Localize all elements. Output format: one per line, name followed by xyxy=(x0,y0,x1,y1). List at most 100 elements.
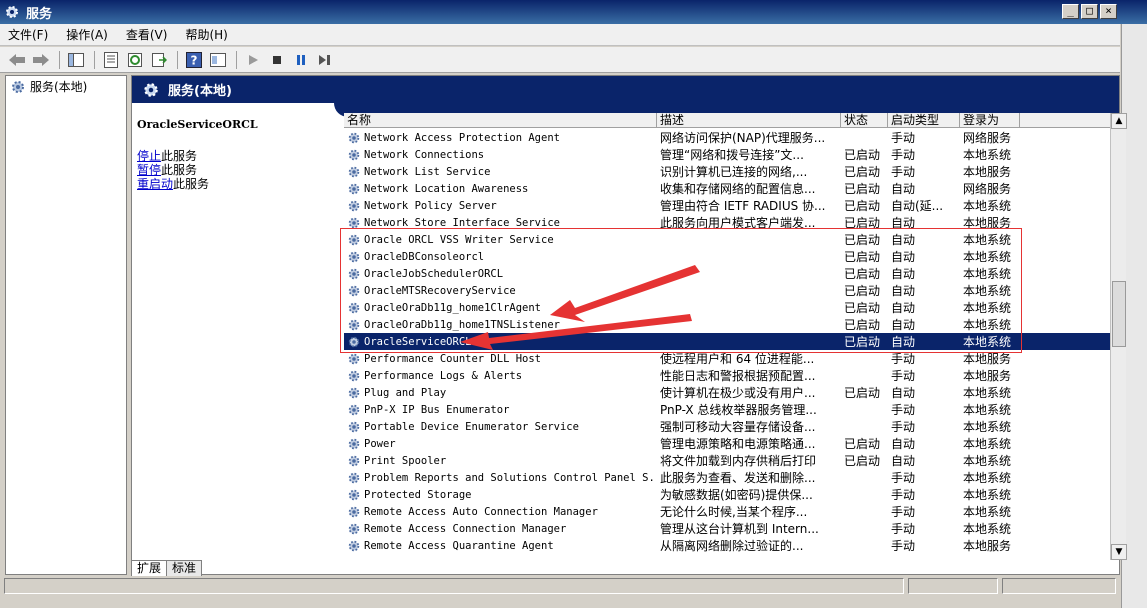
table-row[interactable]: Problem Reports and Solutions Control Pa… xyxy=(344,469,1110,486)
service-name-cell: Print Spooler xyxy=(344,454,657,468)
pause-service-link[interactable]: 暂停 xyxy=(137,163,161,177)
gear-icon xyxy=(348,421,360,432)
table-row[interactable]: OracleDBConsoleorcl 已启动 自动 本地系统 xyxy=(344,248,1110,265)
stop-service-link[interactable]: 停止 xyxy=(137,149,161,163)
menu-help[interactable]: 帮助(H) xyxy=(185,26,227,43)
column-header-startup-type[interactable]: 启动类型 xyxy=(888,113,960,127)
back-button[interactable] xyxy=(6,50,28,70)
service-name: Remote Access Quarantine Agent xyxy=(364,539,554,552)
table-row[interactable]: OracleOraDb11g_home1TNSListener 已启动 自动 本地系统 xyxy=(344,316,1110,333)
service-startup-cell: 手动 xyxy=(891,471,916,485)
table-row[interactable]: Print Spooler 将文件加载到内存供稍后打印 已启动 自动 本地系统 xyxy=(344,452,1110,469)
tab-standard[interactable]: 标准 xyxy=(166,560,203,576)
service-status-cell: 已启动 xyxy=(844,250,881,264)
table-row[interactable]: Remote Access Connection Manager 管理从这台计算机… xyxy=(344,520,1110,537)
table-row[interactable]: Portable Device Enumerator Service 强制可移动大… xyxy=(344,418,1110,435)
table-row[interactable]: PnP-X IP Bus Enumerator PnP-X 总线枚举器服务管理..… xyxy=(344,401,1110,418)
restart-service-button[interactable] xyxy=(314,50,336,70)
properties-button[interactable] xyxy=(100,50,122,70)
service-name-cell: Network Policy Server xyxy=(344,199,657,213)
console-tree-icon xyxy=(68,52,84,67)
tree-item-services-local[interactable]: 服务(本地) xyxy=(6,76,126,97)
console-tree-button[interactable] xyxy=(65,50,87,70)
service-name-cell: Network Location Awareness xyxy=(344,182,657,196)
gear-icon xyxy=(348,319,360,330)
service-logon-cell: 网络服务 xyxy=(963,131,1012,145)
table-row[interactable]: Remote Access Auto Connection Manager 无论什… xyxy=(344,503,1110,520)
service-logon-cell: 本地系统 xyxy=(963,403,1012,417)
table-row[interactable]: Performance Counter DLL Host 使远程用户和 64 位进… xyxy=(344,350,1110,367)
table-row[interactable]: Protected Storage 为敏感数据(如密码)提供保... 手动 本地系统 xyxy=(344,486,1110,503)
column-headers: 名称 描述 状态 启动类型 登录为 xyxy=(344,113,1119,128)
action-suffix: 此服务 xyxy=(173,177,210,191)
menu-view[interactable]: 查看(V) xyxy=(126,26,168,43)
pause-icon xyxy=(297,54,305,65)
pause-service-button[interactable] xyxy=(290,50,312,70)
table-row[interactable]: Network Location Awareness 收集和存储网络的配置信息..… xyxy=(344,180,1110,197)
header-spacer xyxy=(132,103,334,117)
scroll-thumb[interactable] xyxy=(1112,281,1126,347)
table-row[interactable]: Network Access Protection Agent 网络访问保护(NA… xyxy=(344,129,1110,146)
service-name: Network Connections xyxy=(364,148,485,161)
service-startup-cell: 自动 xyxy=(891,454,916,468)
service-startup-cell: 手动 xyxy=(891,403,916,417)
service-name: Protected Storage xyxy=(364,488,472,501)
restart-service-link[interactable]: 重启动 xyxy=(137,177,173,191)
help-button[interactable]: ? xyxy=(183,50,205,70)
service-status-cell: 已启动 xyxy=(844,301,881,315)
service-name-cell: OracleOraDb11g_home1TNSListener xyxy=(344,318,657,332)
gear-icon xyxy=(348,268,360,279)
service-description-cell: 此服务向用户模式客户端发... xyxy=(660,216,816,230)
gear-icon xyxy=(348,183,360,194)
scroll-down-button[interactable]: ▼ xyxy=(1111,544,1127,560)
start-service-button[interactable] xyxy=(242,50,264,70)
window-title: 服务 xyxy=(26,6,53,22)
column-header-logon[interactable]: 登录为 xyxy=(960,113,1020,127)
services-list: 名称 描述 状态 启动类型 登录为 Network Access Protect… xyxy=(344,113,1127,560)
forward-button[interactable] xyxy=(30,50,52,70)
stop-icon xyxy=(273,55,281,64)
service-startup-cell: 手动 xyxy=(891,148,916,162)
maximize-button[interactable]: □ xyxy=(1081,4,1098,19)
column-header-name[interactable]: 名称 xyxy=(344,113,657,127)
table-row[interactable]: Network Store Interface Service 此服务向用户模式客… xyxy=(344,214,1110,231)
restart-icon xyxy=(319,54,330,65)
table-row[interactable]: Network List Service 识别计算机已连接的网络,... 已启动 手动… xyxy=(344,163,1110,180)
column-header-status[interactable]: 状态 xyxy=(841,113,888,127)
selected-service-name: OracleServiceORCL xyxy=(137,118,258,131)
table-row[interactable]: Plug and Play 使计算机在极少或没有用户... 已启动 自动 本地系统 xyxy=(344,384,1110,401)
export-list-button[interactable] xyxy=(148,50,170,70)
gear-icon xyxy=(348,149,360,160)
table-row[interactable]: OracleServiceORCL 已启动 自动 本地系统 xyxy=(344,333,1110,350)
stop-service-action: 停止此服务 xyxy=(137,149,335,163)
stop-service-button[interactable] xyxy=(266,50,288,70)
menu-file[interactable]: 文件(F) xyxy=(8,26,48,43)
table-row[interactable]: OracleJobSchedulerORCL 已启动 自动 本地系统 xyxy=(344,265,1110,282)
service-name: OracleServiceORCL xyxy=(364,335,472,348)
refresh-button[interactable] xyxy=(124,50,146,70)
service-logon-cell: 本地系统 xyxy=(963,233,1012,247)
table-row[interactable]: Network Policy Server 管理由符合 IETF RADIUS 协… xyxy=(344,197,1110,214)
menu-action[interactable]: 操作(A) xyxy=(66,26,108,43)
table-row[interactable]: Performance Logs & Alerts 性能日志和警报根据预配置...… xyxy=(344,367,1110,384)
status-bar xyxy=(0,578,1120,596)
service-startup-cell: 自动 xyxy=(891,318,916,332)
table-row[interactable]: OracleMTSRecoveryService 已启动 自动 本地系统 xyxy=(344,282,1110,299)
service-name-cell: Performance Counter DLL Host xyxy=(344,352,657,366)
column-header-description[interactable]: 描述 xyxy=(657,113,841,127)
table-row[interactable]: Remote Access Quarantine Agent 从隔离网络删除过验证… xyxy=(344,537,1110,554)
service-description-cell: 无论什么时候,当某个程序... xyxy=(660,505,808,519)
gear-icon xyxy=(348,506,360,517)
table-row[interactable]: OracleOraDb11g_home1ClrAgent 已启动 自动 本地系统 xyxy=(344,299,1110,316)
view-button[interactable] xyxy=(207,50,229,70)
table-row[interactable]: Oracle ORCL VSS Writer Service 已启动 自动 本地系统 xyxy=(344,231,1110,248)
minimize-button[interactable]: _ xyxy=(1062,4,1079,19)
table-row[interactable]: Network Connections 管理“网络和拨号连接”文... 已启动 手动 本… xyxy=(344,146,1110,163)
scroll-up-button[interactable]: ▲ xyxy=(1111,113,1127,129)
toolbar-separator xyxy=(177,50,178,69)
toolbar-separator xyxy=(236,50,237,69)
close-button[interactable]: × xyxy=(1100,4,1117,19)
table-row[interactable]: Power 管理电源策略和电源策略通... 已启动 自动 本地系统 xyxy=(344,435,1110,452)
vertical-scrollbar[interactable]: ▲ ▼ xyxy=(1110,113,1127,560)
tab-extended[interactable]: 扩展 xyxy=(131,560,168,576)
